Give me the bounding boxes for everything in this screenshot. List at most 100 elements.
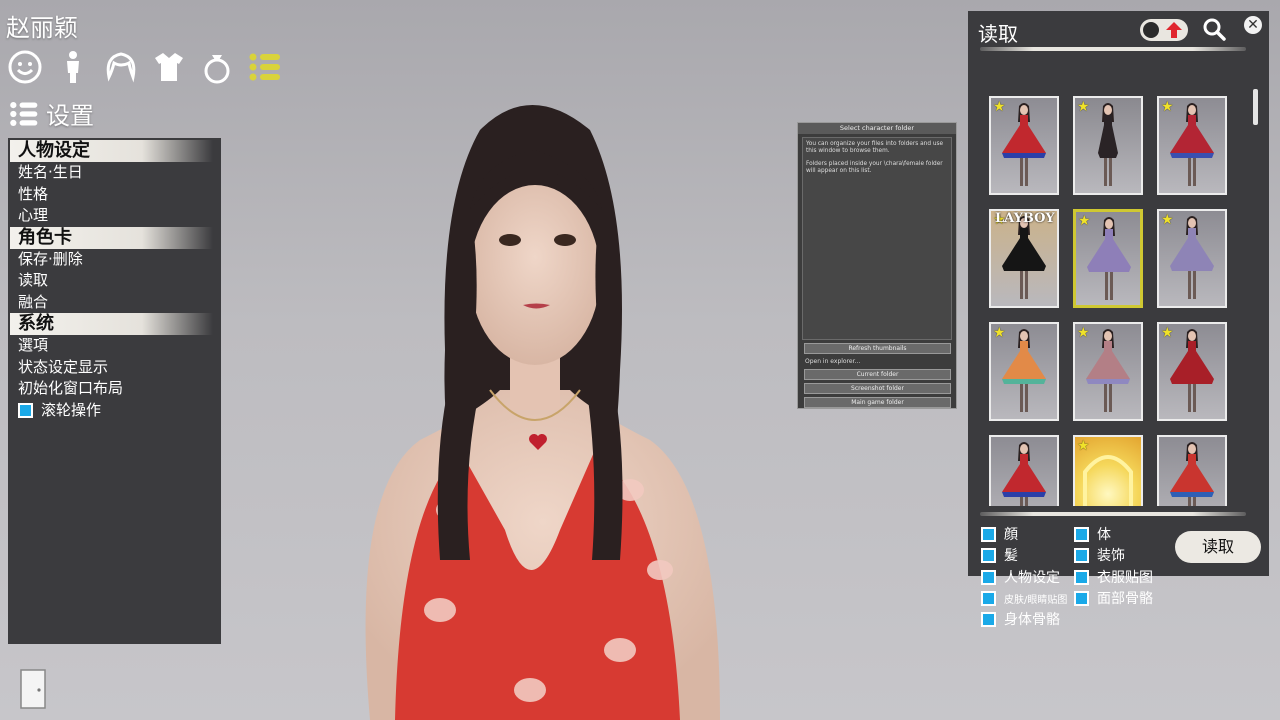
favorite-star-icon: ★ <box>1077 325 1090 341</box>
current-folder-button[interactable]: Current folder <box>804 369 951 380</box>
wheel-label: 滚轮操作 <box>41 400 102 419</box>
option-body-label: 体 <box>1097 527 1111 543</box>
system-list-icon <box>249 53 280 81</box>
option-face[interactable]: 顔 <box>981 525 1018 543</box>
clothing-icon <box>155 53 183 81</box>
menu-item-load[interactable]: 读取 <box>8 270 221 292</box>
option-face-bones-checkbox[interactable] <box>1074 590 1089 606</box>
face-category-button[interactable] <box>6 48 44 86</box>
option-clothing-textures-label: 衣服贴图 <box>1097 570 1153 586</box>
footer-divider <box>980 512 1246 516</box>
option-character-settings[interactable]: 人物设定 <box>981 568 1060 586</box>
sort-toggle[interactable] <box>1140 19 1188 41</box>
menu-item-wheel-operation[interactable]: 滚轮操作 <box>8 400 221 422</box>
character-name: 赵丽颖 <box>6 14 78 42</box>
folder-help-text-1: You can organize your files into folders… <box>806 141 944 154</box>
character-thumbnail <box>1170 442 1214 506</box>
accessory-category-button[interactable] <box>198 48 236 86</box>
option-skin-eye-textures[interactable]: 皮肤/眼睛贴图 <box>981 589 1067 607</box>
refresh-thumbnails-button[interactable]: Refresh thumbnails <box>804 343 951 354</box>
option-accessories[interactable]: 装饰 <box>1074 546 1125 564</box>
main-game-folder-button[interactable]: Main game folder <box>804 397 951 408</box>
section-system: 系统 <box>10 313 213 335</box>
option-body-checkbox[interactable] <box>1074 526 1089 542</box>
magazine-cover-title: LAYBOY <box>995 211 1055 226</box>
option-hair-checkbox[interactable] <box>981 547 996 563</box>
character-card-grid[interactable]: ★ ★ ★ ★ LAYBOY ★ ★ ★ ★ ★ ★ <box>989 96 1235 506</box>
section-character-settings: 人物设定 <box>10 140 213 162</box>
option-character-settings-checkbox[interactable] <box>981 569 996 585</box>
favorite-star-icon: ★ <box>1161 99 1174 115</box>
character-card[interactable]: ★ LAYBOY <box>989 209 1059 308</box>
settings-title: 设置 <box>46 102 94 130</box>
search-icon[interactable] <box>1202 17 1226 41</box>
menu-item-name-birthday[interactable]: 姓名·生日 <box>8 162 221 184</box>
clothing-category-button[interactable] <box>150 48 188 86</box>
character-figure <box>365 105 720 720</box>
settings-menu: 人物设定 姓名·生日 性格 心理 角色卡 保存·删除 读取 融合 系统 選項 状… <box>8 138 221 644</box>
face-icon <box>8 50 42 84</box>
option-body-bones[interactable]: 身体骨骼 <box>981 610 1060 628</box>
category-toolbar <box>6 48 284 86</box>
sort-arrow-up-icon <box>1166 22 1182 38</box>
option-face-bones[interactable]: 面部骨骼 <box>1074 589 1153 607</box>
menu-item-psychology[interactable]: 心理 <box>8 205 221 227</box>
option-clothing-textures-checkbox[interactable] <box>1074 569 1089 585</box>
option-body-bones-label: 身体骨骼 <box>1004 612 1060 628</box>
toggle-knob <box>1143 22 1159 38</box>
load-button[interactable]: 读取 <box>1175 531 1261 563</box>
folder-help-text-2: Folders placed inside your \chara\female… <box>806 161 943 174</box>
body-category-button[interactable] <box>54 48 92 86</box>
option-skin-eye-textures-checkbox[interactable] <box>981 590 996 606</box>
wheel-checkbox[interactable] <box>18 402 33 418</box>
character-card[interactable]: ★ <box>989 96 1059 195</box>
folder-dialog-title: Select character folder <box>798 123 956 134</box>
option-character-settings-label: 人物设定 <box>1004 570 1060 586</box>
body-icon <box>67 51 79 83</box>
character-card[interactable]: ★ <box>1157 96 1227 195</box>
character-card[interactable] <box>989 435 1059 506</box>
menu-item-status-display[interactable]: 状态设定显示 <box>8 357 221 379</box>
favorite-star-icon: ★ <box>993 99 1006 115</box>
exit-door-icon[interactable] <box>19 668 47 710</box>
list-icon <box>10 101 38 126</box>
option-skin-eye-textures-label: 皮肤/眼睛贴图 <box>1004 594 1068 606</box>
character-card[interactable]: ★ <box>1157 322 1227 421</box>
character-card[interactable]: ★ <box>1073 435 1143 506</box>
load-panel-title: 读取 <box>978 22 1018 46</box>
option-body-bones-checkbox[interactable] <box>981 611 996 627</box>
hair-category-button[interactable] <box>102 48 140 86</box>
favorite-star-icon: ★ <box>1161 212 1174 228</box>
favorite-star-icon: ★ <box>1077 99 1090 115</box>
character-card[interactable] <box>1157 435 1227 506</box>
character-card[interactable]: ★ <box>1073 96 1143 195</box>
option-hair-label: 髪 <box>1004 548 1018 564</box>
open-in-explorer-label: Open in explorer... <box>805 358 861 365</box>
option-hair[interactable]: 髪 <box>981 546 1018 564</box>
character-folder-dialog: Select character folder You can organize… <box>797 122 957 409</box>
character-thumbnail <box>1002 442 1046 506</box>
close-icon[interactable]: ✕ <box>1244 16 1262 34</box>
option-body[interactable]: 体 <box>1074 525 1111 543</box>
menu-item-personality[interactable]: 性格 <box>8 184 221 206</box>
section-character-card: 角色卡 <box>10 226 213 249</box>
menu-item-merge[interactable]: 融合 <box>8 292 221 314</box>
load-panel: 读取 ✕ ★ ★ ★ ★ LAYBOY ★ ★ ★ ★ ★ ★ 顔 髪 人物设定 皮肤/眼睛贴图 身… <box>968 11 1269 628</box>
character-card[interactable]: ★ <box>1157 209 1227 308</box>
option-face-checkbox[interactable] <box>981 526 996 542</box>
option-clothing-textures[interactable]: 衣服贴图 <box>1074 568 1153 586</box>
favorite-star-icon: ★ <box>1078 213 1091 229</box>
menu-item-save-delete[interactable]: 保存·删除 <box>8 249 221 271</box>
grid-scrollbar[interactable] <box>1253 89 1258 125</box>
folder-list[interactable]: You can organize your files into folders… <box>802 137 952 340</box>
header-divider <box>980 47 1246 51</box>
system-category-button[interactable] <box>246 48 284 86</box>
menu-item-reset-layout[interactable]: 初始化窗口布局 <box>8 378 221 400</box>
menu-item-options[interactable]: 選項 <box>8 335 221 357</box>
character-card[interactable]: ★ <box>989 322 1059 421</box>
character-card[interactable]: ★ <box>1073 322 1143 421</box>
screenshot-folder-button[interactable]: Screenshot folder <box>804 383 951 394</box>
character-card[interactable]: ★ <box>1073 209 1143 308</box>
favorite-star-icon: ★ <box>1077 438 1090 454</box>
option-accessories-checkbox[interactable] <box>1074 547 1089 563</box>
